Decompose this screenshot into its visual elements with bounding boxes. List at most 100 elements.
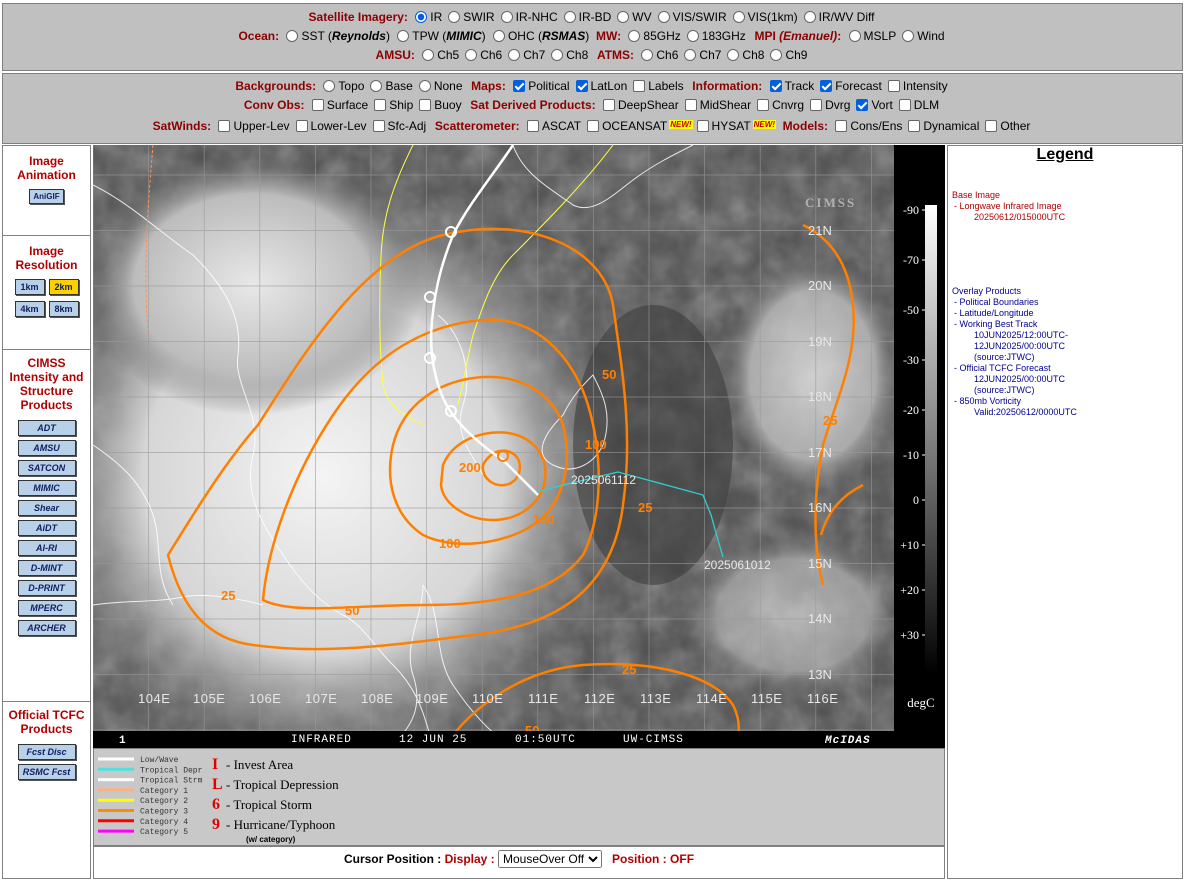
source-label: UW-CIMSS <box>623 734 684 746</box>
models-other-check[interactable] <box>985 120 998 132</box>
imagery-wv-radio[interactable] <box>617 11 630 23</box>
key-line-label-category-1: Category 1 <box>140 787 188 796</box>
fcst-disc-button[interactable]: Fcst Disc <box>17 744 76 760</box>
archer-button[interactable]: ARCHER <box>17 620 76 636</box>
atms-ch7-radio[interactable] <box>684 49 697 61</box>
scat-ascat-check[interactable] <box>526 120 539 132</box>
mw-85ghz-radio[interactable] <box>628 30 641 42</box>
contour-label-100: 100 <box>439 536 461 551</box>
maps-latlon-check[interactable] <box>575 80 588 92</box>
sst-label: SST (Reynolds) <box>301 29 390 43</box>
scat-oceansat-check[interactable] <box>587 120 600 132</box>
atms-ch6-radio[interactable] <box>641 49 654 61</box>
satwinds-lower-lev-check[interactable] <box>295 120 308 132</box>
resolution-2km-button[interactable]: 2km <box>48 279 79 295</box>
north-cloud-mass <box>93 155 423 415</box>
frame-number: 1 <box>119 735 127 747</box>
amsu-ch8-radio[interactable] <box>551 49 564 61</box>
key-line-label-low-wave: Low/Wave <box>140 756 179 765</box>
imagery-vis-1km-radio[interactable] <box>732 11 745 23</box>
amsu-button[interactable]: AMSU <box>17 440 76 456</box>
satwinds-row: SatWinds: Upper-Lev Lower-Lev Sfc-Adj Scat… <box>3 115 1182 134</box>
amsu-ch6-label: Ch6 <box>480 48 503 62</box>
bg-base-radio[interactable] <box>370 80 383 92</box>
lon-label-107e: 107E <box>305 691 337 706</box>
conv-surface-check[interactable] <box>311 99 324 111</box>
imagery-ir-wv-diff-label: IR/WV Diff <box>818 10 875 24</box>
models-label: Models: <box>782 119 828 133</box>
mpi-wind-radio[interactable] <box>902 30 915 42</box>
tcfc-title: Official TCFC Products <box>8 708 85 736</box>
mpi-wind-label: Wind <box>917 29 945 43</box>
base-image-time: 20250612/015000UTC <box>974 212 1066 222</box>
lat-label-19n: 19N <box>808 334 832 349</box>
maps-labels-check[interactable] <box>633 80 646 92</box>
left-sidebar: Image Animation AniGIF Image Resolution … <box>2 145 91 879</box>
conv-ship-check[interactable] <box>374 99 387 111</box>
lat-label-16n: 16N <box>808 500 832 515</box>
mpi-mslp-radio[interactable] <box>848 30 861 42</box>
mimic-button[interactable]: MIMIC <box>17 480 76 496</box>
imagery-ir-radio[interactable] <box>415 11 428 23</box>
satwinds-sfc-adj-check[interactable] <box>372 120 385 132</box>
models-dynamical-check[interactable] <box>908 120 921 132</box>
lat-label-14n: 14N <box>808 611 832 626</box>
shear-button[interactable]: Shear <box>17 500 76 516</box>
resolution-4km-button[interactable]: 4km <box>14 301 45 317</box>
sdp-midshear-check[interactable] <box>684 99 697 111</box>
maps-political-check[interactable] <box>513 80 526 92</box>
d-mint-button[interactable]: D-MINT <box>17 560 76 576</box>
satcon-button[interactable]: SATCON <box>17 460 76 476</box>
imagery-ir-bd-radio[interactable] <box>563 11 576 23</box>
resolution-8km-button[interactable]: 8km <box>48 301 79 317</box>
resolution-1km-button[interactable]: 1km <box>14 279 45 295</box>
amsu-ch5-radio[interactable] <box>422 49 435 61</box>
info-forecast-check[interactable] <box>820 80 833 92</box>
bg-none-radio[interactable] <box>418 80 431 92</box>
satwinds-upper-lev-label: Upper-Lev <box>233 119 290 133</box>
ohc-radio[interactable] <box>492 30 505 42</box>
rsmc-fcst-button[interactable]: RSMC Fcst <box>17 764 76 780</box>
contour-label-150: 150 <box>533 512 555 527</box>
imagery-ir-wv-diff-radio[interactable] <box>803 11 816 23</box>
info-intensity-check[interactable] <box>887 80 900 92</box>
legend-item: - Latitude/Longitude <box>954 308 1034 318</box>
atms-ch9-radio[interactable] <box>770 49 783 61</box>
sdp-vort-check[interactable] <box>856 99 869 111</box>
maps-labels-label: Labels <box>648 79 684 93</box>
sdp-vort-label: Vort <box>871 98 893 112</box>
conv-obs-row: Conv Obs: Surface Ship Buoy Sat Derived Pr… <box>3 96 1182 115</box>
amsu-ch6-radio[interactable] <box>465 49 478 61</box>
ocean-row: Ocean: SST (Reynolds) TPW (MIMIC) OHC (R… <box>3 27 1182 46</box>
conv-buoy-check[interactable] <box>419 99 432 111</box>
models-cons-ens-check[interactable] <box>835 120 848 132</box>
d-print-button[interactable]: D-PRINT <box>17 580 76 596</box>
amsu-ch7-radio[interactable] <box>508 49 521 61</box>
sat-derived-label: Sat Derived Products: <box>470 98 596 112</box>
satellite-map[interactable]: 25 50 100 150 200 100 50 25 25 25 50 21N 20N 19N 18N 1… <box>93 145 894 748</box>
ai-ri-button[interactable]: AI-RI <box>17 540 76 556</box>
imagery-vis-swir-radio[interactable] <box>657 11 670 23</box>
adt-button[interactable]: ADT <box>17 420 76 436</box>
sdp-dlm-check[interactable] <box>898 99 911 111</box>
colorbar-unit: degC <box>907 695 934 710</box>
lat-label-18n: 18N <box>808 389 832 404</box>
sdp-deepshear-check[interactable] <box>603 99 615 111</box>
imagery-swir-radio[interactable] <box>448 11 461 23</box>
mperc-button[interactable]: MPERC <box>17 600 76 616</box>
satwinds-upper-lev-check[interactable] <box>218 120 231 132</box>
bg-topo-radio[interactable] <box>323 80 336 92</box>
tpw-radio[interactable] <box>397 30 410 42</box>
anigif-button[interactable]: AniGIF <box>29 189 64 204</box>
info-track-check[interactable] <box>769 80 782 92</box>
sdp-cnvrg-check[interactable] <box>757 99 770 111</box>
aidt-button[interactable]: AiDT <box>17 520 76 536</box>
sdp-dvrg-check[interactable] <box>810 99 823 111</box>
imagery-ir-nhc-radio[interactable] <box>500 11 513 23</box>
mouseover-select[interactable]: MouseOver Off <box>498 850 602 868</box>
atms-ch8-radio[interactable] <box>727 49 740 61</box>
sst-radio[interactable] <box>286 30 299 42</box>
mw-183ghz-radio[interactable] <box>686 30 699 42</box>
lat-label-13n: 13N <box>808 667 832 682</box>
scat-hysat-check[interactable] <box>696 120 709 132</box>
